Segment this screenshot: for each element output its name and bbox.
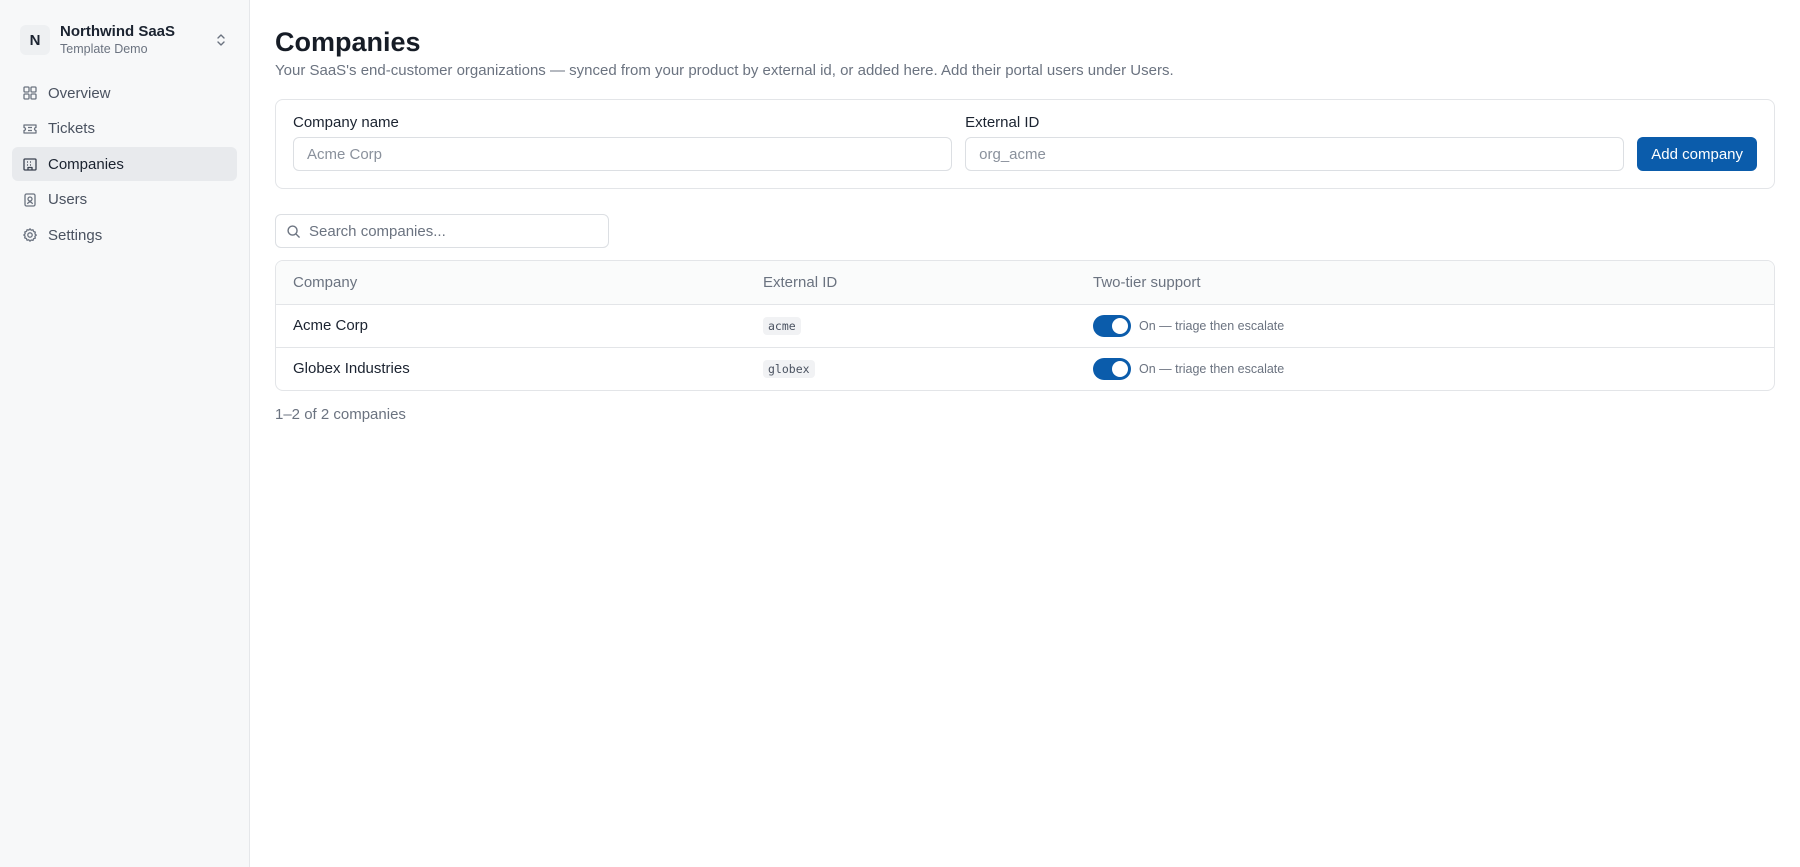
companies-table: Company External ID Two-tier support Acm… [275, 260, 1775, 391]
org-name: Northwind SaaS [60, 22, 176, 40]
ticket-icon [23, 123, 37, 134]
page-description: Your SaaS's end-customer organizations —… [275, 62, 1174, 79]
sidebar-item-users[interactable]: Users [12, 183, 237, 217]
column-header-two-tier[interactable]: Two-tier support [1093, 274, 1757, 291]
table-header: Company External ID Two-tier support [276, 261, 1774, 304]
grid-icon [23, 86, 37, 100]
gear-icon [23, 228, 37, 242]
add-company-button[interactable]: Add company [1637, 137, 1758, 171]
company-name[interactable]: Globex Industries [293, 360, 410, 377]
sidebar-item-label: Settings [48, 226, 103, 244]
two-tier-label: On — triage then escalate [1139, 319, 1285, 333]
search-box [275, 214, 609, 248]
search-input[interactable] [309, 222, 598, 240]
two-tier-label: On — triage then escalate [1139, 362, 1285, 376]
company-name[interactable]: Acme Corp [293, 317, 368, 334]
user-badge-icon [24, 192, 36, 207]
sidebar-item-label: Companies [48, 155, 124, 173]
chevron-up-down-icon [217, 34, 225, 46]
company-name-field: Company name [293, 114, 953, 171]
company-name-input[interactable] [293, 137, 953, 171]
sidebar-item-tickets[interactable]: Tickets [12, 112, 237, 146]
table-row[interactable]: Globex Industries globex On — triage the… [276, 347, 1774, 390]
two-tier-toggle[interactable] [1093, 358, 1131, 380]
column-header-company[interactable]: Company [293, 274, 763, 291]
external-id-input[interactable] [965, 137, 1625, 171]
external-id-field: External ID [965, 114, 1625, 171]
building-icon [23, 158, 37, 171]
sidebar-item-label: Overview [48, 84, 111, 102]
sidebar-item-overview[interactable]: Overview [12, 76, 237, 110]
company-name-label: Company name [293, 114, 399, 131]
org-switcher[interactable]: N Northwind SaaS Template Demo [12, 16, 237, 60]
org-text: Northwind SaaS Template Demo [60, 23, 213, 58]
sidebar-item-companies[interactable]: Companies [12, 147, 237, 181]
main-content: Companies Your SaaS's end-customer organ… [250, 0, 1800, 867]
sidebar-item-label: Users [48, 191, 88, 208]
column-header-external-id[interactable]: External ID [763, 274, 1093, 291]
external-id-label: External ID [965, 114, 1040, 131]
external-id-code: acme [763, 317, 801, 335]
sidebar: N Northwind SaaS Template Demo Overview … [0, 0, 250, 867]
table-row[interactable]: Acme Corp acme On — triage then escalate [276, 304, 1774, 347]
two-tier-toggle[interactable] [1093, 315, 1131, 337]
org-avatar: N [20, 25, 50, 55]
pagination-summary: 1–2 of 2 companies [275, 406, 406, 423]
sidebar-nav: Overview Tickets Companies Users Setting… [12, 76, 237, 252]
page-title: Companies [275, 27, 421, 57]
sidebar-item-settings[interactable]: Settings [12, 218, 237, 252]
add-company-form: Company name External ID Add company [275, 99, 1775, 189]
sidebar-item-label: Tickets [48, 120, 95, 137]
external-id-code: globex [763, 360, 815, 378]
org-subtitle: Template Demo [60, 41, 148, 56]
search-icon [287, 224, 300, 238]
